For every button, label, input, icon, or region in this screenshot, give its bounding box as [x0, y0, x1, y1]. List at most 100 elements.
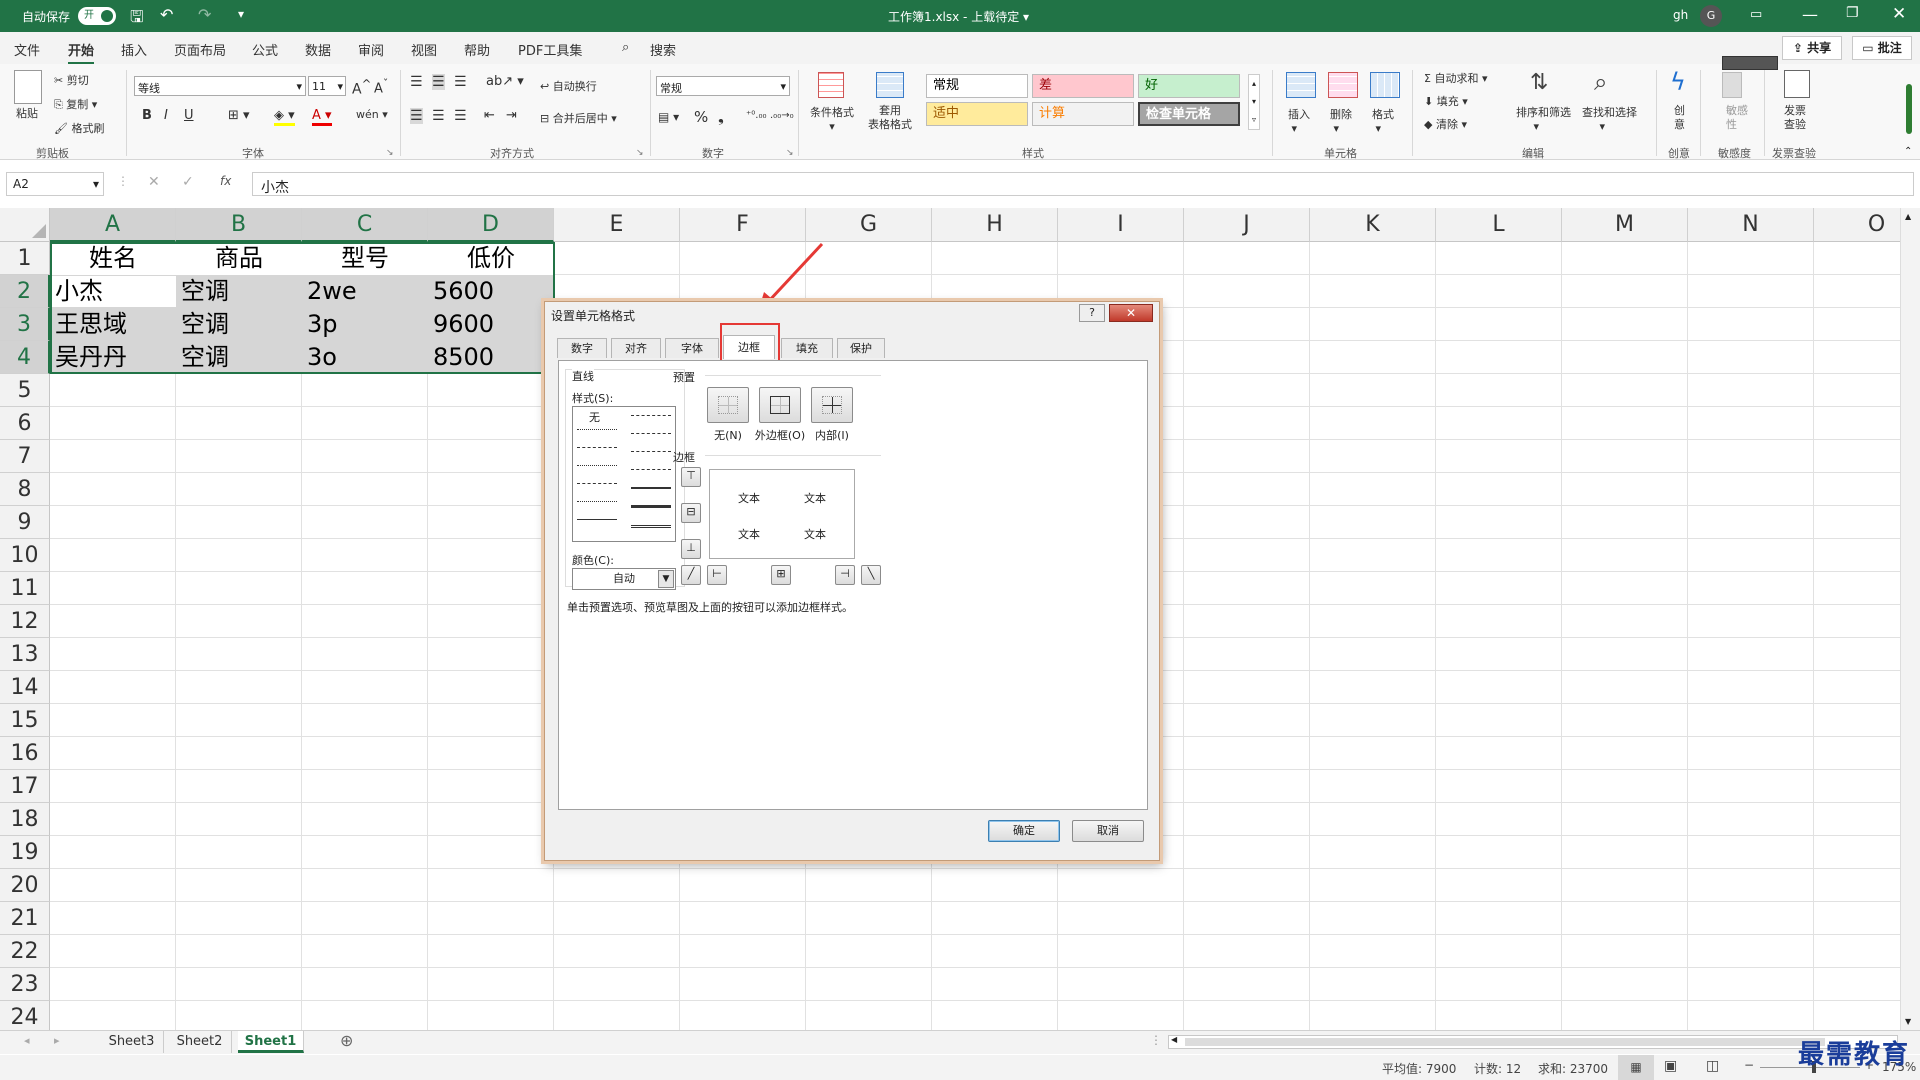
- conditional-format-icon[interactable]: [818, 72, 844, 98]
- creative-button[interactable]: 创 意: [1674, 104, 1685, 132]
- column-header-l[interactable]: L: [1436, 208, 1562, 242]
- format-painter-button[interactable]: 🖌 格式刷: [54, 120, 104, 136]
- share-button[interactable]: ⇪ 共享: [1782, 36, 1842, 60]
- border-middle-icon[interactable]: ⊟: [681, 503, 701, 523]
- row-header-12[interactable]: 12: [0, 605, 50, 638]
- delete-cells-icon[interactable]: [1328, 72, 1358, 98]
- cell-style-3[interactable]: 适中: [926, 102, 1028, 126]
- italic-button[interactable]: I: [164, 108, 168, 123]
- tab-home[interactable]: 开始: [68, 40, 95, 65]
- currency-icon[interactable]: ▤ ▾: [658, 110, 679, 124]
- copy-button[interactable]: ⎘ 复制 ▾: [54, 96, 97, 112]
- tab-page-layout[interactable]: 页面布局: [174, 40, 226, 59]
- row-header-6[interactable]: 6: [0, 407, 50, 440]
- find-select-button[interactable]: 查找和选择 ▾: [1582, 104, 1637, 133]
- row-header-8[interactable]: 8: [0, 473, 50, 506]
- row-header-15[interactable]: 15: [0, 704, 50, 737]
- line-style-list[interactable]: 无: [572, 406, 676, 542]
- border-right-icon[interactable]: ⊣: [835, 565, 855, 585]
- borders-icon[interactable]: ⊞ ▾: [228, 108, 250, 123]
- column-header-h[interactable]: H: [932, 208, 1058, 242]
- line-style-none[interactable]: 无: [589, 409, 600, 425]
- row-header-17[interactable]: 17: [0, 770, 50, 803]
- row-header-9[interactable]: 9: [0, 506, 50, 539]
- floating-toolbar-icon[interactable]: [1722, 56, 1778, 70]
- minimize-icon[interactable]: —: [1802, 5, 1818, 24]
- row-header-23[interactable]: 23: [0, 968, 50, 1001]
- border-left-icon[interactable]: ⊢: [707, 565, 727, 585]
- row-header-19[interactable]: 19: [0, 836, 50, 869]
- sheet-tab-sheet3[interactable]: Sheet3: [100, 1031, 164, 1053]
- fill-color-icon[interactable]: ◈ ▾: [274, 108, 295, 126]
- underline-button[interactable]: U: [184, 108, 194, 123]
- dialog-tab-5[interactable]: 保护: [837, 338, 885, 358]
- sort-filter-icon[interactable]: ⇅: [1530, 70, 1548, 95]
- cut-button[interactable]: ✂ 剪切: [54, 72, 89, 88]
- cell-style-2[interactable]: 好: [1138, 74, 1240, 98]
- column-header-m[interactable]: M: [1562, 208, 1688, 242]
- normal-view-icon[interactable]: ▦: [1618, 1055, 1654, 1080]
- cancel-button[interactable]: 取消: [1072, 820, 1144, 842]
- bold-button[interactable]: B: [142, 108, 152, 123]
- sensitivity-icon[interactable]: [1722, 72, 1742, 98]
- page-break-view-icon[interactable]: ◫: [1706, 1058, 1719, 1074]
- invoice-check-button[interactable]: 发票 查验: [1784, 104, 1806, 132]
- name-box[interactable]: A2 ▾: [6, 172, 104, 196]
- line-style-option[interactable]: [577, 519, 617, 520]
- row-header-16[interactable]: 16: [0, 737, 50, 770]
- border-diag-up-icon[interactable]: ╱: [681, 565, 701, 585]
- font-color-icon[interactable]: A ▾: [312, 108, 332, 126]
- row-header-18[interactable]: 18: [0, 803, 50, 836]
- border-bottom-icon[interactable]: ⊥: [681, 539, 701, 559]
- redo-icon[interactable]: ↷: [198, 5, 211, 24]
- column-header-k[interactable]: K: [1310, 208, 1436, 242]
- enter-icon[interactable]: ✓: [182, 174, 194, 190]
- restore-icon[interactable]: ❐: [1846, 5, 1859, 21]
- find-select-icon[interactable]: ⌕: [1594, 68, 1607, 96]
- sheet-tab-sheet1[interactable]: Sheet1: [238, 1031, 304, 1053]
- column-header-a[interactable]: A: [50, 208, 176, 242]
- new-sheet-icon[interactable]: ⊕: [340, 1031, 353, 1050]
- wrap-text-button[interactable]: ↩ 自动换行: [540, 78, 597, 94]
- insert-cells-icon[interactable]: [1286, 72, 1316, 98]
- row-header-1[interactable]: 1: [0, 242, 50, 275]
- cell-style-0[interactable]: 常规: [926, 74, 1028, 98]
- shrink-font-icon[interactable]: Aˇ: [374, 77, 388, 96]
- horizontal-scrollbar[interactable]: ◀: [1168, 1035, 1898, 1049]
- number-format-select[interactable]: 常规 ▾: [656, 76, 790, 96]
- dialog-close-button[interactable]: ✕: [1109, 304, 1153, 322]
- column-header-n[interactable]: N: [1688, 208, 1814, 242]
- align-center-icon[interactable]: ☰: [432, 108, 445, 124]
- border-center-icon[interactable]: ⊞: [771, 565, 791, 585]
- customize-qat-icon[interactable]: ▾: [238, 7, 244, 21]
- phonetic-icon[interactable]: wén ▾: [356, 108, 388, 121]
- orientation-icon[interactable]: ab↗ ▾: [486, 74, 524, 89]
- conditional-format-button[interactable]: 条件格式 ▾: [806, 104, 858, 133]
- preset-2-button[interactable]: [811, 387, 853, 423]
- merge-center-button[interactable]: ⊟ 合并后居中 ▾: [540, 110, 617, 126]
- row-header-10[interactable]: 10: [0, 539, 50, 572]
- font-name-select[interactable]: 等线 ▾: [134, 76, 306, 96]
- border-diag-down-icon[interactable]: ╲: [861, 565, 881, 585]
- line-style-option[interactable]: [631, 469, 671, 470]
- invoice-check-icon[interactable]: [1784, 70, 1810, 98]
- cell-style-5[interactable]: 检查单元格: [1138, 102, 1240, 126]
- format-cells-icon[interactable]: [1370, 72, 1400, 98]
- undo-icon[interactable]: ↶: [160, 5, 173, 24]
- autosave-toggle[interactable]: 开: [78, 7, 116, 25]
- align-bottom-icon[interactable]: ☰: [454, 74, 467, 90]
- increase-indent-icon[interactable]: ⇥: [506, 108, 517, 123]
- line-style-option[interactable]: [631, 433, 671, 434]
- format-as-table-icon[interactable]: [876, 72, 904, 98]
- row-header-11[interactable]: 11: [0, 572, 50, 605]
- sheet-tab-sheet2[interactable]: Sheet2: [168, 1031, 232, 1053]
- border-preview[interactable]: 文本 文本 文本 文本: [709, 469, 855, 559]
- line-style-option[interactable]: [577, 501, 617, 502]
- fill-button[interactable]: ⬇ 填充 ▾: [1424, 93, 1468, 109]
- column-header-i[interactable]: I: [1058, 208, 1184, 242]
- tab-insert[interactable]: 插入: [121, 40, 147, 59]
- comments-button[interactable]: ▭ 批注: [1852, 36, 1912, 60]
- column-header-b[interactable]: B: [176, 208, 302, 242]
- row-header-2[interactable]: 2: [0, 275, 50, 308]
- column-header-c[interactable]: C: [302, 208, 428, 242]
